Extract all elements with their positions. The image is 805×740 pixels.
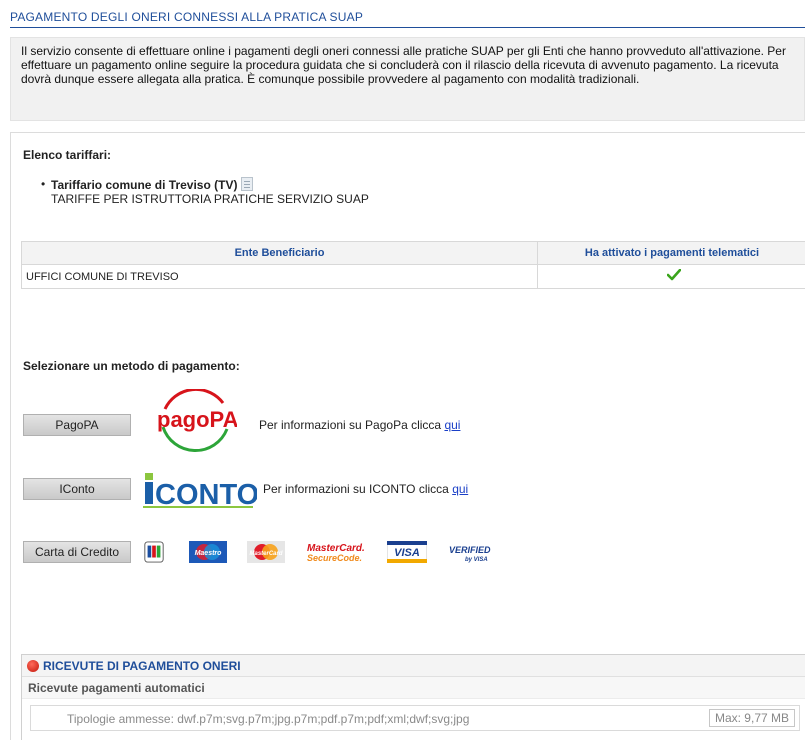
iconto-logo: CONTO bbox=[143, 473, 257, 509]
bullet: • bbox=[41, 177, 46, 191]
pagopa-logo-text: pagoPA bbox=[157, 407, 237, 432]
jcb-icon bbox=[144, 541, 164, 563]
pagopa-info-link[interactable]: qui bbox=[444, 418, 460, 432]
tariff-heading: Elenco tariffari: bbox=[23, 148, 112, 162]
ente-cell: UFFICI COMUNE DI TREVISO bbox=[21, 264, 538, 289]
iconto-button[interactable]: IConto bbox=[23, 478, 131, 500]
svg-text:Maestro: Maestro bbox=[195, 550, 223, 557]
page-title: PAGAMENTO DEGLI ONERI CONNESSI ALLA PRAT… bbox=[10, 10, 805, 28]
payment-row-credit-card: Carta di Credito Maestro MasterCard Mast… bbox=[23, 541, 519, 563]
tariff-description: TARIFFE PER ISTRUTTORIA PRATICHE SERVIZI… bbox=[51, 192, 369, 206]
document-icon[interactable] bbox=[241, 177, 254, 191]
iconto-info: Per informazioni su ICONTO clicca qui bbox=[263, 482, 468, 496]
svg-text:MasterCard: MasterCard bbox=[249, 551, 282, 557]
verified-by-visa-icon: VERIFIED by VISA bbox=[449, 545, 491, 563]
ente-column-header: Ente Beneficiario bbox=[21, 241, 538, 265]
allowed-file-types: Tipologie ammesse: dwf.p7m;svg.p7m;jpg.p… bbox=[67, 712, 470, 726]
credit-card-button[interactable]: Carta di Credito bbox=[23, 541, 131, 563]
svg-text:by VISA: by VISA bbox=[465, 557, 488, 563]
visa-icon: VISA bbox=[387, 541, 427, 563]
red-bullet-icon bbox=[27, 659, 39, 672]
receipts-title: RICEVUTE DI PAGAMENTO ONERI bbox=[43, 658, 241, 673]
payment-heading: Selezionare un metodo di pagamento: bbox=[23, 359, 240, 373]
pagopa-info: Per informazioni su PagoPa clicca qui bbox=[259, 418, 460, 432]
main-panel: Elenco tariffari: • Tariffario comune di… bbox=[10, 132, 805, 740]
svg-text:VERIFIED: VERIFIED bbox=[449, 545, 491, 555]
activated-cell bbox=[537, 264, 805, 289]
tariff-list: • Tariffario comune di Treviso (TV) TARI… bbox=[41, 177, 369, 206]
payment-row-iconto: IConto CONTO Per informazioni su ICONTO … bbox=[23, 469, 468, 509]
tariff-item: • Tariffario comune di Treviso (TV) TARI… bbox=[41, 177, 369, 206]
tariff-name[interactable]: Tariffario comune di Treviso (TV) bbox=[51, 178, 237, 192]
card-logos: Maestro MasterCard MasterCard. SecureCod… bbox=[143, 541, 519, 563]
mastercard-icon: MasterCard bbox=[247, 541, 285, 563]
iconto-logo-text: CONTO bbox=[155, 479, 257, 509]
ente-table: Ente Beneficiario Ha attivato i pagament… bbox=[21, 241, 805, 289]
table-row: UFFICI COMUNE DI TREVISO bbox=[21, 264, 805, 289]
mastercard-securecode-icon: MasterCard. SecureCode. bbox=[307, 543, 365, 563]
svg-text:VISA: VISA bbox=[394, 547, 420, 559]
intro-text: Il servizio consente di effettuare onlin… bbox=[10, 37, 805, 121]
iconto-info-text: Per informazioni su ICONTO clicca bbox=[263, 482, 449, 496]
pagopa-info-text: Per informazioni su PagoPa clicca bbox=[259, 418, 442, 432]
activated-column-header: Ha attivato i pagamenti telematici bbox=[537, 241, 805, 265]
payment-row-pagopa: PagoPA pagoPA Per informazioni su PagoPa… bbox=[23, 389, 460, 461]
receipts-panel: RICEVUTE DI PAGAMENTO ONERI Ricevute pag… bbox=[21, 654, 805, 740]
receipts-header[interactable]: RICEVUTE DI PAGAMENTO ONERI bbox=[22, 655, 805, 677]
checkmark-icon bbox=[667, 269, 681, 281]
svg-text:SecureCode.: SecureCode. bbox=[307, 553, 362, 563]
pagopa-button[interactable]: PagoPA bbox=[23, 414, 131, 436]
file-upload-dropzone[interactable]: Tipologie ammesse: dwf.p7m;svg.p7m;jpg.p… bbox=[30, 705, 800, 731]
iconto-info-link[interactable]: qui bbox=[452, 482, 468, 496]
receipts-subtitle: Ricevute pagamenti automatici bbox=[22, 677, 805, 699]
maestro-icon: Maestro bbox=[189, 541, 227, 563]
pagopa-logo: pagoPA bbox=[157, 389, 237, 453]
max-size-badge: Max: 9,77 MB bbox=[708, 709, 795, 727]
